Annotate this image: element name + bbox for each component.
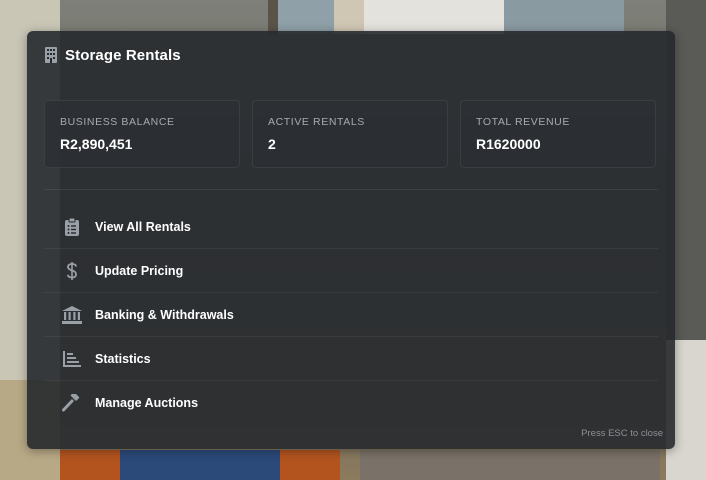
background-light-panel <box>364 0 504 34</box>
stat-label: Total Revenue <box>476 116 570 128</box>
background-metal-panel <box>278 0 334 34</box>
stat-card-total-revenue: Total Revenue R1620000 <box>460 100 656 168</box>
stat-label: Active Rentals <box>268 116 365 128</box>
stat-label: Business Balance <box>60 116 175 128</box>
stats-row: Business Balance R2,890,451 Active Renta… <box>44 100 656 168</box>
page-title: Storage Rentals <box>65 46 181 64</box>
menu-item-banking-withdrawals[interactable]: Banking & Withdrawals <box>44 293 658 337</box>
building-icon <box>44 47 58 63</box>
menu-item-label: View All Rentals <box>95 219 191 234</box>
stat-card-active-rentals: Active Rentals 2 <box>252 100 448 168</box>
stat-value: 2 <box>268 136 276 152</box>
stat-card-business-balance: Business Balance R2,890,451 <box>44 100 240 168</box>
background-metal-panel-2 <box>504 0 624 34</box>
clipboard-list-icon <box>62 217 82 237</box>
esc-hint: Press ESC to close <box>581 428 663 439</box>
actions-menu: View All Rentals Update Pricing Banking … <box>44 205 658 424</box>
menu-item-label: Statistics <box>95 351 151 366</box>
storage-rentals-panel: Storage Rentals Business Balance R2,890,… <box>27 31 675 449</box>
background-character-bag <box>120 450 280 480</box>
panel-header: Storage Rentals <box>44 45 181 65</box>
menu-item-label: Banking & Withdrawals <box>95 307 234 322</box>
stat-value: R2,890,451 <box>60 136 133 152</box>
menu-item-manage-auctions[interactable]: Manage Auctions <box>44 381 658 424</box>
menu-item-view-all-rentals[interactable]: View All Rentals <box>44 205 658 249</box>
background-pillar <box>334 0 364 34</box>
background-character-legs <box>360 450 660 480</box>
menu-item-label: Manage Auctions <box>95 395 199 410</box>
gavel-icon <box>62 393 82 413</box>
menu-item-update-pricing[interactable]: Update Pricing <box>44 249 658 293</box>
menu-item-label: Update Pricing <box>95 263 184 278</box>
bank-icon <box>62 305 82 325</box>
dollar-sign-icon <box>62 261 82 281</box>
section-divider <box>44 189 658 190</box>
stat-value: R1620000 <box>476 136 541 152</box>
menu-item-statistics[interactable]: Statistics <box>44 337 658 381</box>
chart-icon <box>62 349 82 369</box>
